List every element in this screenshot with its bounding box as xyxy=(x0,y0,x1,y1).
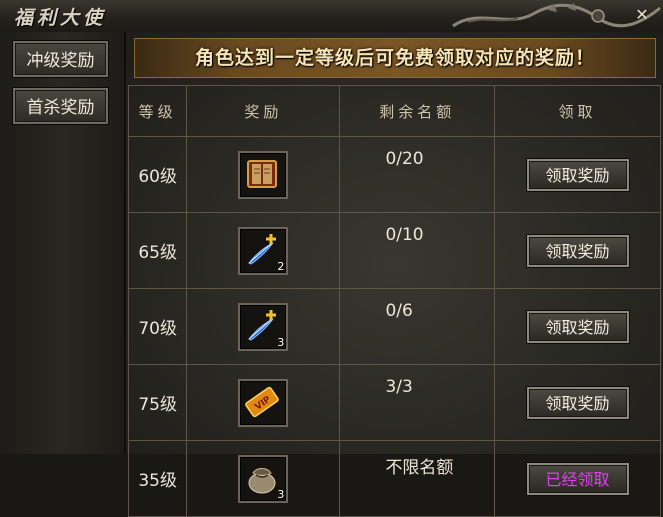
claim-reward-button[interactable]: 领取奖励 xyxy=(526,386,629,419)
claim-cell: 已经领取 xyxy=(494,440,661,517)
table-row: 65级 2 0/10 领取奖励 xyxy=(127,212,661,289)
claim-reward-button[interactable]: 领取奖励 xyxy=(526,310,629,343)
reward-slot[interactable]: 3 xyxy=(238,454,289,503)
sidebar: 冲级奖励 首杀奖励 xyxy=(0,32,126,454)
header-quota: 剩余名额 xyxy=(339,85,496,137)
reward-count: 3 xyxy=(277,335,285,349)
level-cell: 35级 xyxy=(127,440,188,517)
close-button[interactable]: ✕ xyxy=(631,4,653,26)
quota-cell: 0/10 xyxy=(339,212,496,289)
sidebar-item-level-rewards[interactable]: 冲级奖励 xyxy=(13,41,108,77)
level-cell: 65级 xyxy=(127,212,188,289)
vip-card-icon: VIP xyxy=(245,386,280,417)
main-panel: 角色达到一定等级后可免费领取对应的奖励！ 等级 奖励 剩余名额 领取 60级 0… xyxy=(126,32,663,517)
reward-cell: 3 xyxy=(186,440,341,517)
table-row: 75级 VIP 3/3 领取奖励 xyxy=(127,364,661,441)
reward-table: 等级 奖励 剩余名额 领取 60级 0/20 领取奖励 65级 2 0/10 领… xyxy=(127,85,661,517)
header-reward: 奖励 xyxy=(186,85,341,137)
reward-cell: VIP xyxy=(186,364,341,441)
table-header-row: 等级 奖励 剩余名额 领取 xyxy=(127,85,661,137)
reward-count: 3 xyxy=(277,487,285,501)
reward-cell: 2 xyxy=(186,212,341,289)
reward-slot[interactable]: 3 xyxy=(238,302,289,351)
quota-cell: 0/6 xyxy=(339,288,496,365)
feather-plus-icon xyxy=(248,233,277,265)
reward-cell: 3 xyxy=(186,288,341,365)
claim-cell: 领取奖励 xyxy=(494,364,661,441)
header-claim: 领取 xyxy=(494,85,661,137)
claimed-status-button[interactable]: 已经领取 xyxy=(526,462,629,495)
table-row: 35级 3 不限名额 已经领取 xyxy=(127,440,661,517)
pouch-icon xyxy=(248,467,276,493)
claim-cell: 领取奖励 xyxy=(494,288,661,365)
reward-slot[interactable]: VIP xyxy=(238,378,289,427)
claim-cell: 领取奖励 xyxy=(494,136,661,213)
sidebar-item-first-kill-rewards[interactable]: 首杀奖励 xyxy=(13,88,108,124)
claim-cell: 领取奖励 xyxy=(494,212,661,289)
quota-cell: 3/3 xyxy=(339,364,496,441)
reward-banner: 角色达到一定等级后可免费领取对应的奖励！ xyxy=(134,38,656,78)
feather-plus-icon xyxy=(248,309,277,341)
reward-slot[interactable]: 2 xyxy=(238,226,289,275)
header-level: 等级 xyxy=(127,85,188,137)
reward-slot[interactable] xyxy=(238,150,289,199)
claim-reward-button[interactable]: 领取奖励 xyxy=(526,158,629,191)
quota-cell: 不限名额 xyxy=(339,440,496,517)
table-row: 60级 0/20 领取奖励 xyxy=(127,136,661,213)
claim-reward-button[interactable]: 领取奖励 xyxy=(526,234,629,267)
level-cell: 60级 xyxy=(127,136,188,213)
table-row: 70级 3 0/6 领取奖励 xyxy=(127,288,661,365)
level-cell: 75级 xyxy=(127,364,188,441)
quota-cell: 0/20 xyxy=(339,136,496,213)
reward-count: 2 xyxy=(277,259,285,273)
reward-cell xyxy=(186,136,341,213)
level-cell: 70级 xyxy=(127,288,188,365)
book-icon xyxy=(247,159,278,188)
window-title: 福利大使 xyxy=(14,7,107,29)
title-bar: 福利大使 ✕ xyxy=(0,0,663,33)
